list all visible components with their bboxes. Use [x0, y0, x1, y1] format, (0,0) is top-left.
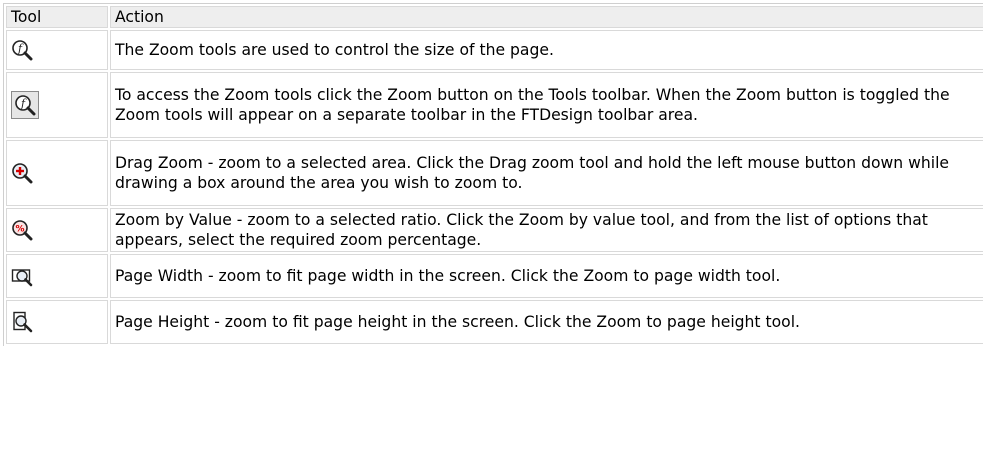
zoom-tools-table: Tool Action f The Zoom tools are used to… [4, 4, 983, 346]
tool-cell [6, 300, 108, 344]
action-cell: Page Width - zoom to fit page width in t… [110, 254, 983, 298]
tool-cell: f [6, 72, 108, 138]
page-width-icon [11, 265, 33, 287]
drag-zoom-icon [11, 162, 33, 184]
svg-text:%: % [15, 225, 24, 235]
action-cell: The Zoom tools are used to control the s… [110, 30, 983, 70]
table-row: f The Zoom tools are used to control the… [6, 30, 983, 70]
table-row: % Zoom by Value - zoom to a selected rat… [6, 208, 983, 252]
action-cell: Page Height - zoom to fit page height in… [110, 300, 983, 344]
page-height-icon [11, 311, 33, 333]
tool-cell [6, 254, 108, 298]
table-row: Page Width - zoom to fit page width in t… [6, 254, 983, 298]
zoom-by-value-icon: % [11, 219, 33, 241]
tools-table-frame: Tool Action f The Zoom tools are used to… [3, 3, 983, 346]
table-row: Page Height - zoom to fit page height in… [6, 300, 983, 344]
tool-column-header: Tool [6, 6, 108, 28]
tool-cell: % [6, 208, 108, 252]
action-cell: To access the Zoom tools click the Zoom … [110, 72, 983, 138]
action-cell: Drag Zoom - zoom to a selected area. Cli… [110, 140, 983, 206]
action-column-header: Action [110, 6, 983, 28]
zoom-button-toggled-icon: f [11, 91, 39, 119]
table-row: f To access the Zoom tools click the Zoo… [6, 72, 983, 138]
zoom-tools-icon: f [11, 39, 33, 61]
action-cell: Zoom by Value - zoom to a selected ratio… [110, 208, 983, 252]
tool-cell [6, 140, 108, 206]
table-row: Drag Zoom - zoom to a selected area. Cli… [6, 140, 983, 206]
table-header-row: Tool Action [6, 6, 983, 28]
tool-cell: f [6, 30, 108, 70]
